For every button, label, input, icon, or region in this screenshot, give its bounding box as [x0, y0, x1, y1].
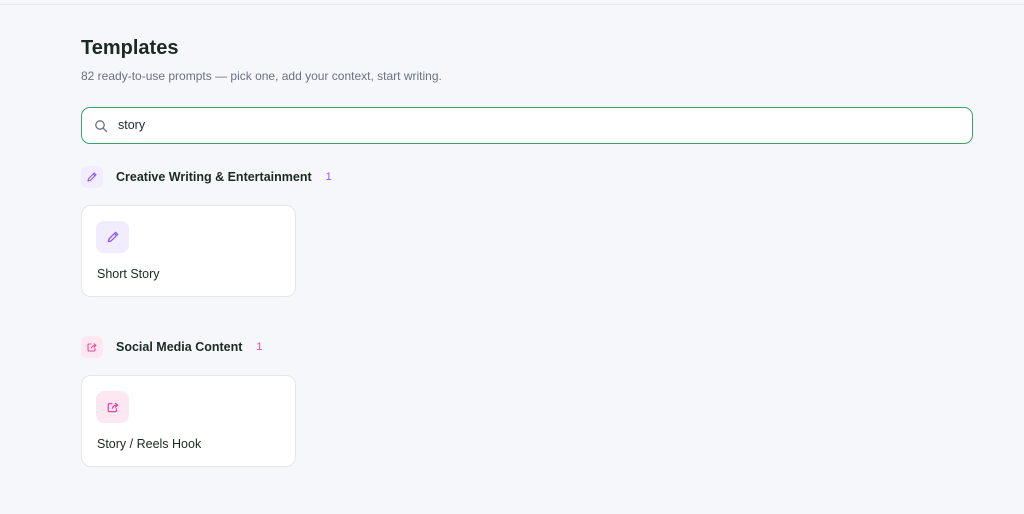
- section-header-social-media: Social Media Content 1: [81, 336, 263, 358]
- page-title: Templates: [81, 37, 179, 59]
- section-header-creative-writing: Creative Writing & Entertainment 1: [81, 166, 332, 188]
- template-card-short-story[interactable]: Short Story: [81, 205, 296, 297]
- section-count-badge: 1: [256, 341, 263, 353]
- template-card-title: Story / Reels Hook: [97, 437, 202, 451]
- section-count-badge: 1: [325, 171, 332, 183]
- section-title: Social Media Content: [116, 340, 243, 354]
- search-input[interactable]: [118, 114, 958, 136]
- top-divider: [0, 4, 1024, 5]
- search-icon: [94, 119, 108, 133]
- page-subtitle: 82 ready-to-use prompts — pick one, add …: [81, 69, 442, 83]
- pencil-icon: [81, 166, 103, 188]
- search-box[interactable]: [81, 107, 973, 144]
- pencil-icon: [96, 221, 129, 253]
- template-card-story-reels-hook[interactable]: Story / Reels Hook: [81, 375, 296, 467]
- template-card-title: Short Story: [97, 267, 160, 281]
- share-icon: [81, 336, 103, 358]
- share-icon: [96, 391, 129, 423]
- section-title: Creative Writing & Entertainment: [116, 170, 312, 184]
